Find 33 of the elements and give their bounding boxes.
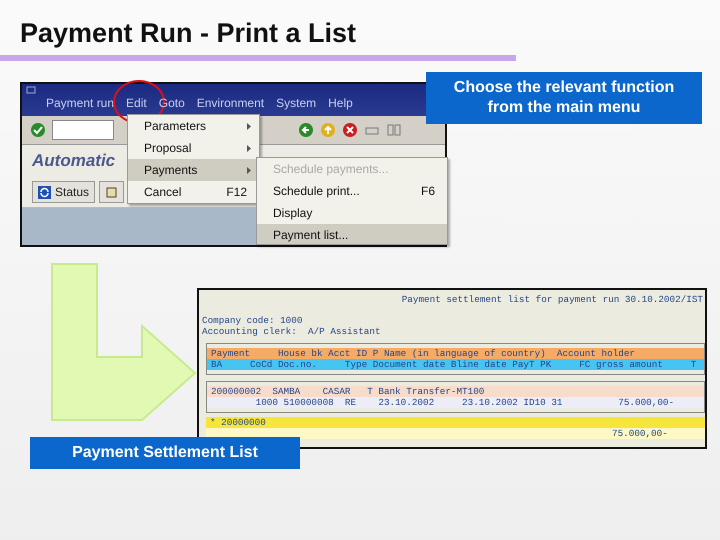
log-button[interactable] bbox=[99, 181, 124, 203]
window-icon bbox=[26, 86, 36, 94]
list-row: 200000002 SAMBA CASAR T Bank Transfer-MT100 bbox=[207, 386, 704, 397]
menu-item[interactable]: System bbox=[276, 96, 316, 110]
menu-option[interactable]: Payment list... bbox=[257, 224, 447, 244]
menu-option[interactable]: Proposal bbox=[128, 137, 259, 159]
report-text: Company code: 1000 bbox=[202, 315, 304, 326]
menu-option[interactable]: Schedule print... F6 bbox=[257, 180, 447, 202]
check-icon[interactable] bbox=[30, 122, 46, 138]
menu-option[interactable]: Display bbox=[257, 202, 447, 224]
column-header-row: Payment House bk Acct ID P Name (in language of country) Account holder bbox=[207, 348, 704, 359]
status-button[interactable]: Status bbox=[32, 181, 96, 203]
list-row: 1000 510000008 RE 23.10.2002 23.10.2002 ID10 31 75.000,00- bbox=[207, 397, 704, 408]
menu-item[interactable]: Edit bbox=[126, 96, 147, 110]
report-title: Payment settlement list for payment run 30.10.2002/IST bbox=[400, 294, 704, 305]
column-header-row: BA CoCd Doc.no. Type Document date Bline date PayT PK FC gross amount T bbox=[207, 359, 704, 370]
cancel-icon[interactable] bbox=[342, 122, 358, 138]
arrow-icon bbox=[50, 262, 198, 423]
back-icon[interactable] bbox=[298, 122, 314, 138]
report-text: Accounting clerk: A/P Assistant bbox=[202, 326, 382, 337]
callout: Choose the relevant function from the main menu bbox=[426, 72, 702, 124]
total-amount: 75.000,00- bbox=[206, 428, 705, 439]
menu-option[interactable]: Cancel F12 bbox=[128, 181, 259, 203]
menu-item[interactable]: Payment run bbox=[46, 96, 114, 110]
menu-option[interactable]: Payments bbox=[128, 159, 259, 181]
menu-item[interactable]: Environment bbox=[196, 96, 264, 110]
total-row: * 20000000 bbox=[206, 417, 705, 428]
command-field[interactable] bbox=[52, 120, 114, 140]
refresh-icon bbox=[38, 186, 51, 198]
slide-title: Payment Run - Print a List bbox=[20, 18, 356, 49]
menu-item[interactable]: Help bbox=[328, 96, 353, 110]
screen-title: Automatic bbox=[32, 151, 116, 171]
callout: Payment Settlement List bbox=[30, 437, 300, 469]
